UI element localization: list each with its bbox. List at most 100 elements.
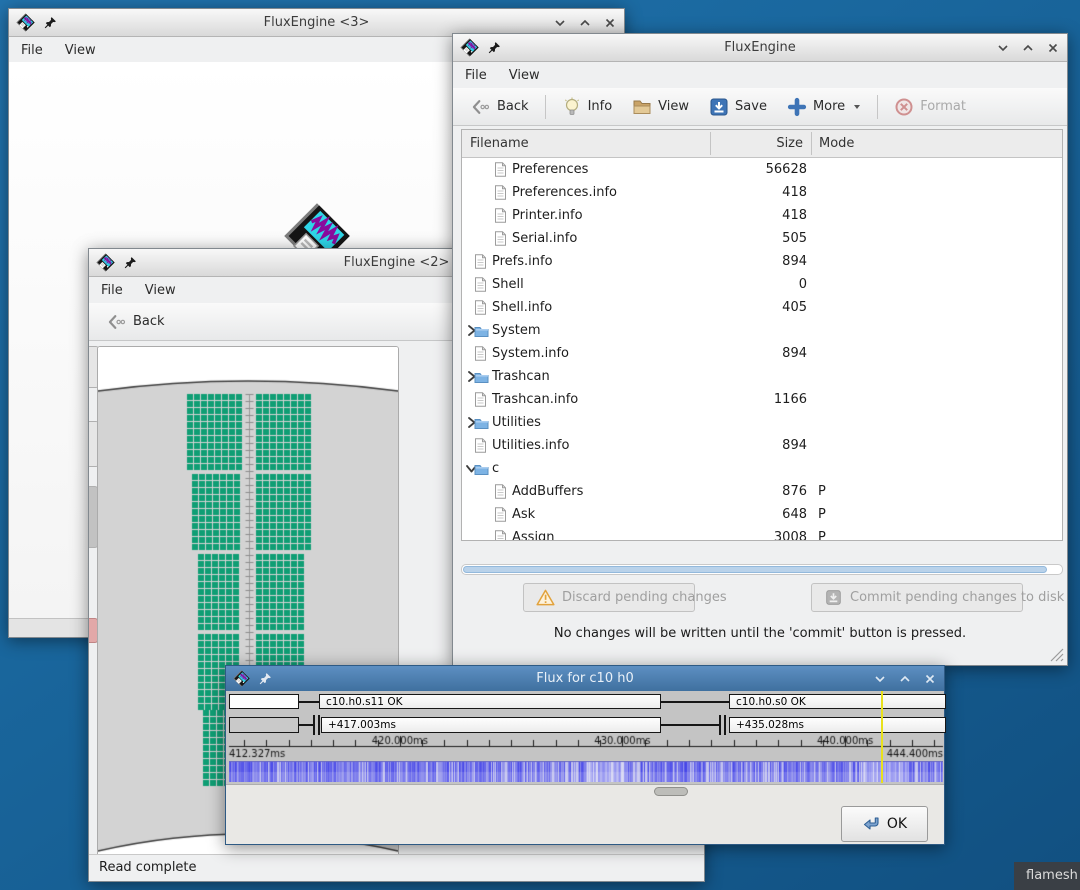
ok-button[interactable]: OK (841, 806, 928, 842)
back-button[interactable]: Back (97, 307, 175, 337)
commit-note: No changes will be written until the 'co… (453, 626, 1067, 641)
close-icon[interactable] (924, 673, 936, 685)
filename-cell: AddBuffers (512, 480, 583, 503)
menu-view[interactable]: View (65, 43, 96, 58)
view-label: View (658, 99, 689, 114)
table-row[interactable]: Utilities (462, 411, 1062, 434)
maximize-icon[interactable] (579, 17, 591, 29)
size-cell: 3008 (710, 526, 807, 541)
table-row[interactable]: Ask648P (462, 503, 1062, 526)
menu-file[interactable]: File (101, 283, 123, 298)
column-header-size[interactable]: Size (711, 130, 803, 157)
column-header-filename[interactable]: Filename (470, 130, 529, 157)
flux-density-band[interactable] (229, 761, 943, 782)
close-icon[interactable] (604, 17, 616, 29)
table-row[interactable]: Assign3008P (462, 526, 1062, 541)
titlebar[interactable]: FluxEngine (453, 34, 1067, 62)
discard-label: Discard pending changes (562, 590, 727, 605)
window-title: Flux for c10 h0 (226, 671, 944, 686)
connector-line (661, 724, 719, 726)
table-row[interactable]: System (462, 319, 1062, 342)
info-button[interactable]: Info (552, 92, 623, 122)
window-title: FluxEngine (453, 40, 1067, 55)
table-row[interactable]: Shell0 (462, 273, 1062, 296)
commit-pending-changes-button[interactable]: Commit pending changes to disk (811, 583, 1023, 612)
table-row[interactable]: System.info894 (462, 342, 1062, 365)
table-row[interactable]: AddBuffers876P (462, 480, 1062, 503)
back-button[interactable]: Back (461, 92, 539, 122)
timing-box-417[interactable]: +417.003ms (321, 717, 661, 733)
view-button[interactable]: View (622, 92, 699, 122)
filename-cell: Prefs.info (492, 250, 553, 273)
table-row[interactable]: Shell.info405 (462, 296, 1062, 319)
menu-file[interactable]: File (465, 68, 487, 83)
table-row[interactable]: Prefs.info894 (462, 250, 1062, 273)
toolbar-separator (877, 95, 878, 119)
folder-icon (474, 415, 489, 430)
resize-grip[interactable] (1050, 648, 1064, 662)
flameshot-indicator[interactable]: flamesh (1014, 862, 1080, 890)
save-label: Save (735, 99, 767, 114)
filename-cell: Trashcan (492, 365, 550, 388)
sector-box-s0[interactable]: c10.h0.s0 OK (729, 694, 946, 709)
discard-pending-changes-button[interactable]: Discard pending changes (523, 583, 695, 612)
size-cell: 894 (710, 342, 807, 365)
menu-view[interactable]: View (509, 68, 540, 83)
scrollbar-thumb[interactable] (654, 787, 688, 796)
table-row[interactable]: Serial.info 505 (462, 227, 1062, 250)
minimize-icon[interactable] (554, 17, 566, 29)
file-icon (494, 185, 509, 200)
scrollbar-thumb[interactable] (463, 566, 1047, 573)
connector-line (661, 701, 729, 703)
more-button[interactable]: More (777, 92, 871, 122)
timing-box-partial[interactable] (229, 717, 299, 733)
save-button[interactable]: Save (699, 92, 777, 122)
sector-box-s11[interactable]: c10.h0.s11 OK (319, 694, 661, 709)
connector-line (299, 701, 319, 703)
back-label: Back (497, 99, 529, 114)
sector-box-partial[interactable] (229, 694, 299, 709)
more-label: More (813, 99, 845, 114)
horizontal-scrollbar[interactable] (461, 564, 1063, 575)
table-row[interactable]: Trashcan (462, 365, 1062, 388)
timing-box-435[interactable]: +435.028ms (729, 717, 946, 733)
close-icon[interactable] (1047, 42, 1059, 54)
dropdown-caret-icon (853, 104, 861, 110)
menu-file[interactable]: File (21, 43, 43, 58)
lightbulb-icon (562, 97, 582, 117)
table-row[interactable]: Utilities.info894 (462, 434, 1062, 457)
table-row[interactable]: c (462, 457, 1062, 480)
size-cell: 505 (710, 227, 807, 250)
column-header-mode[interactable]: Mode (819, 130, 854, 157)
column-divider[interactable] (811, 132, 812, 155)
desktop: FluxEngine <3> File View Pick one of: Fl… (0, 0, 1080, 890)
table-row[interactable]: Printer.info418 (462, 204, 1062, 227)
filename-cell: Printer.info (512, 204, 583, 227)
commit-label: Commit pending changes to disk (850, 590, 1064, 605)
minimize-icon[interactable] (997, 42, 1009, 54)
maximize-icon[interactable] (899, 673, 911, 685)
table-row[interactable]: Trashcan.info1166 (462, 388, 1062, 411)
table-row[interactable]: Preferences.info418 (462, 181, 1062, 204)
back-icon (471, 97, 491, 117)
format-button[interactable]: Format (884, 92, 976, 122)
filename-cell: Preferences (512, 158, 588, 181)
size-cell: 0 (710, 273, 807, 296)
info-label: Info (588, 99, 613, 114)
minimize-icon[interactable] (874, 673, 886, 685)
warning-icon (536, 589, 555, 606)
flux-footer-area (226, 784, 944, 844)
table-row[interactable]: Preferences56628 (462, 158, 1062, 181)
titlebar[interactable]: Flux for c10 h0 (226, 666, 944, 692)
menu-view[interactable]: View (145, 283, 176, 298)
file-icon (474, 392, 489, 407)
column-divider[interactable] (710, 132, 711, 155)
maximize-icon[interactable] (1022, 42, 1034, 54)
file-icon (494, 162, 509, 177)
timing-bracket (719, 715, 726, 735)
file-icon (474, 300, 489, 315)
filename-cell: Serial.info (512, 227, 577, 250)
filename-cell: Ask (512, 503, 535, 526)
time-cursor-line[interactable] (881, 691, 883, 783)
file-icon (474, 438, 489, 453)
